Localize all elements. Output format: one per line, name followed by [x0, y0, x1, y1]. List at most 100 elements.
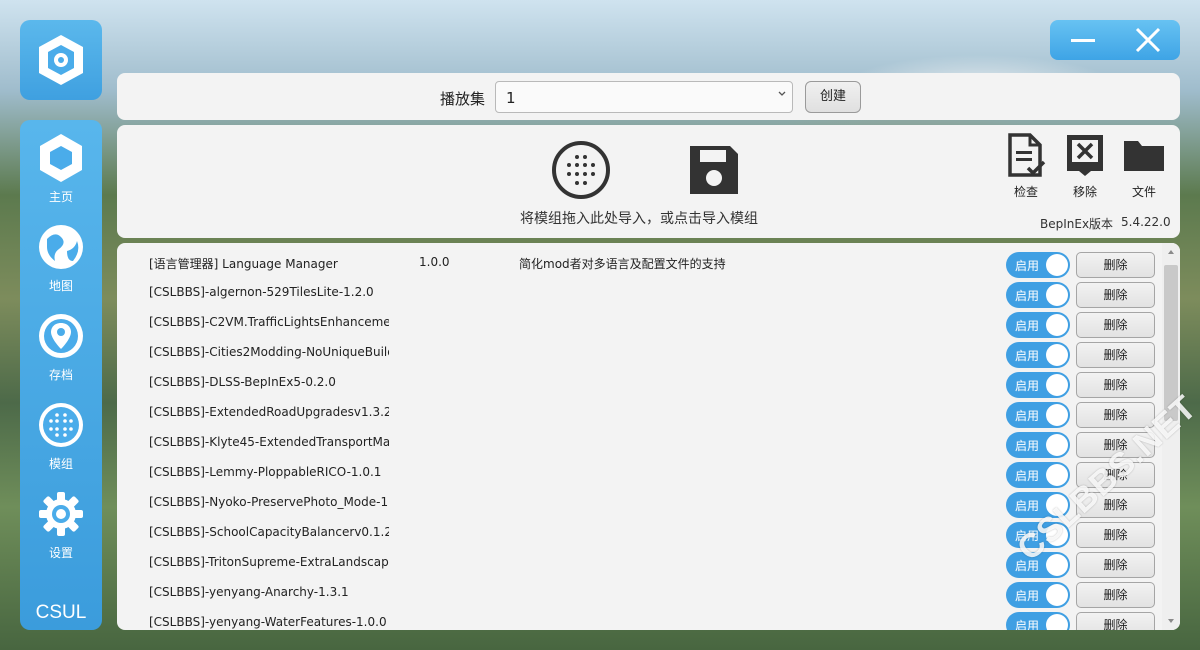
- scroll-down-icon[interactable]: [1167, 617, 1175, 625]
- delete-button[interactable]: 删除: [1076, 612, 1155, 630]
- mod-name: [CSLBBS]-DLSS-BepInEx5-0.2.0: [149, 375, 336, 389]
- bepinex-label: BepInEx版本: [1040, 217, 1114, 231]
- toggle-knob: [1046, 584, 1068, 606]
- files-button[interactable]: 文件: [1122, 133, 1166, 200]
- delete-button[interactable]: 删除: [1076, 552, 1155, 578]
- enable-label: 启用: [1015, 469, 1040, 483]
- mod-name: [CSLBBS]-Klyte45-ExtendedTransportMana: [149, 435, 389, 449]
- import-panel: 将模组拖入此处导入，或点击导入模组 检查 移除 文件 BepInEx版本 5.4…: [117, 125, 1180, 238]
- sidebar: 主页 地图 存档 模组 设置 CSUL: [20, 120, 102, 630]
- save-button[interactable]: [684, 140, 744, 200]
- table-row: [CSLBBS]-C2VM.TrafficLightsEnhancement 启用…: [117, 307, 1162, 338]
- enable-toggle[interactable]: 启用: [1006, 402, 1070, 428]
- sidebar-item-label: 模组: [48, 457, 73, 471]
- enable-toggle[interactable]: 启用: [1006, 342, 1070, 368]
- enable-toggle[interactable]: 启用: [1006, 282, 1070, 308]
- table-row: [CSLBBS]-ExtendedRoadUpgradesv1.3.2-B 启用删…: [117, 397, 1162, 428]
- delete-button[interactable]: 删除: [1076, 342, 1155, 368]
- mod-name: [CSLBBS]-SchoolCapacityBalancerv0.1.2-B: [149, 525, 389, 539]
- bepinex-version: 5.4.22.0: [1121, 215, 1171, 229]
- minimize-button[interactable]: [1063, 20, 1103, 60]
- table-row: [语言管理器] Language Manager 1.0.0 简化mod者对多语言及…: [117, 247, 1162, 278]
- table-row: [CSLBBS]-algernon-529TilesLite-1.2.0 启用 删除: [117, 277, 1162, 308]
- enable-label: 启用: [1015, 499, 1040, 513]
- delete-button[interactable]: 删除: [1076, 522, 1155, 548]
- table-row: [CSLBBS]-Cities2Modding-NoUniqueBuild 启用 删…: [117, 337, 1162, 368]
- delete-button[interactable]: 删除: [1076, 372, 1155, 398]
- sidebar-item-mods[interactable]: 模组: [20, 391, 102, 477]
- sidebar-item-label: 地图: [48, 279, 73, 293]
- enable-label: 启用: [1015, 319, 1040, 333]
- enable-label: 启用: [1015, 409, 1040, 423]
- scroll-up-icon[interactable]: [1167, 248, 1175, 256]
- check-button[interactable]: 检查: [1004, 133, 1048, 200]
- playset-select[interactable]: 1: [495, 81, 793, 113]
- toggle-knob: [1046, 314, 1068, 336]
- create-playset-button[interactable]: 创建: [805, 81, 861, 113]
- enable-toggle[interactable]: 启用: [1006, 462, 1070, 488]
- enable-label: 启用: [1015, 379, 1040, 393]
- enable-toggle[interactable]: 启用: [1006, 252, 1070, 278]
- delete-button[interactable]: 删除: [1076, 312, 1155, 338]
- close-icon: [1135, 27, 1160, 53]
- table-row: [CSLBBS]-SchoolCapacityBalancerv0.1.2-B 启…: [117, 517, 1162, 548]
- playset-panel: 播放集 1 创建: [117, 73, 1180, 120]
- table-row: [CSLBBS]-Nyoko-PreservePhoto_Mode-1.1 启用删…: [117, 487, 1162, 518]
- sidebar-item-label: 设置: [48, 546, 73, 560]
- enable-label: 启用: [1015, 619, 1040, 630]
- enable-toggle[interactable]: 启用: [1006, 582, 1070, 608]
- table-row: [CSLBBS]-Klyte45-ExtendedTransportMana 启用…: [117, 427, 1162, 458]
- sidebar-item-label: 主页: [48, 190, 73, 204]
- mod-name: [CSLBBS]-Lemmy-PloppableRICO-1.0.1: [149, 465, 382, 479]
- remove-label: 移除: [1072, 185, 1097, 199]
- mod-name: [CSLBBS]-TritonSupreme-ExtraLandscaping: [149, 555, 389, 569]
- remove-box-icon: [1067, 135, 1103, 176]
- table-row: [CSLBBS]-yenyang-Anarchy-1.3.1 启用 删除: [117, 577, 1162, 608]
- table-row: [CSLBBS]-DLSS-BepInEx5-0.2.0 启用 删除: [117, 367, 1162, 398]
- sidebar-item-settings[interactable]: 设置: [20, 480, 102, 566]
- document-check-icon: [1008, 133, 1046, 177]
- toggle-knob: [1046, 434, 1068, 456]
- enable-toggle[interactable]: 启用: [1006, 432, 1070, 458]
- toggle-knob: [1046, 614, 1068, 630]
- delete-button[interactable]: 删除: [1076, 282, 1155, 308]
- check-label: 检查: [1013, 185, 1038, 199]
- globe-icon: [39, 225, 83, 269]
- enable-toggle[interactable]: 启用: [1006, 312, 1070, 338]
- mod-description: 简化mod者对多语言及配置文件的支持: [519, 257, 726, 271]
- toggle-knob: [1046, 464, 1068, 486]
- mod-list-panel: [语言管理器] Language Manager 1.0.0 简化mod者对多语言及…: [117, 243, 1180, 630]
- mod-name: [CSLBBS]-C2VM.TrafficLightsEnhancement: [149, 315, 389, 329]
- folder-icon: [1124, 141, 1164, 171]
- import-mod-button[interactable]: [551, 140, 611, 200]
- mod-name: [CSLBBS]-ExtendedRoadUpgradesv1.3.2-B: [149, 405, 389, 419]
- mod-name: [CSLBBS]-Nyoko-PreservePhoto_Mode-1.1: [149, 495, 389, 509]
- toggle-knob: [1046, 374, 1068, 396]
- table-row: [CSLBBS]-TritonSupreme-ExtraLandscaping 启…: [117, 547, 1162, 578]
- mod-name: [CSLBBS]-yenyang-Anarchy-1.3.1: [149, 585, 349, 599]
- mod-name: [CSLBBS]-yenyang-WaterFeatures-1.0.0: [149, 615, 387, 629]
- remove-button[interactable]: 移除: [1063, 133, 1107, 200]
- sidebar-item-home[interactable]: 主页: [20, 124, 102, 210]
- enable-toggle[interactable]: 启用: [1006, 612, 1070, 630]
- table-row: [CSLBBS]-Lemmy-PloppableRICO-1.0.1 启用 删除: [117, 457, 1162, 488]
- toggle-knob: [1046, 254, 1068, 276]
- enable-toggle[interactable]: 启用: [1006, 372, 1070, 398]
- toggle-knob: [1046, 284, 1068, 306]
- delete-button[interactable]: 删除: [1076, 252, 1155, 278]
- chevron-down-icon: [778, 91, 786, 96]
- app-logo: [20, 20, 102, 100]
- sidebar-item-map[interactable]: 地图: [20, 213, 102, 299]
- mod-name: [语言管理器] Language Manager: [149, 257, 338, 271]
- sidebar-item-saves[interactable]: 存档: [20, 302, 102, 388]
- toggle-knob: [1046, 554, 1068, 576]
- delete-button[interactable]: 删除: [1076, 582, 1155, 608]
- enable-label: 启用: [1015, 589, 1040, 603]
- close-button[interactable]: [1128, 20, 1168, 60]
- window-controls: [1050, 20, 1180, 60]
- mod-dots-icon: [552, 141, 610, 199]
- home-hexagon-icon: [40, 134, 82, 182]
- minimize-icon: [1070, 39, 1095, 42]
- toggle-knob: [1046, 344, 1068, 366]
- mod-dots-icon: [39, 403, 83, 447]
